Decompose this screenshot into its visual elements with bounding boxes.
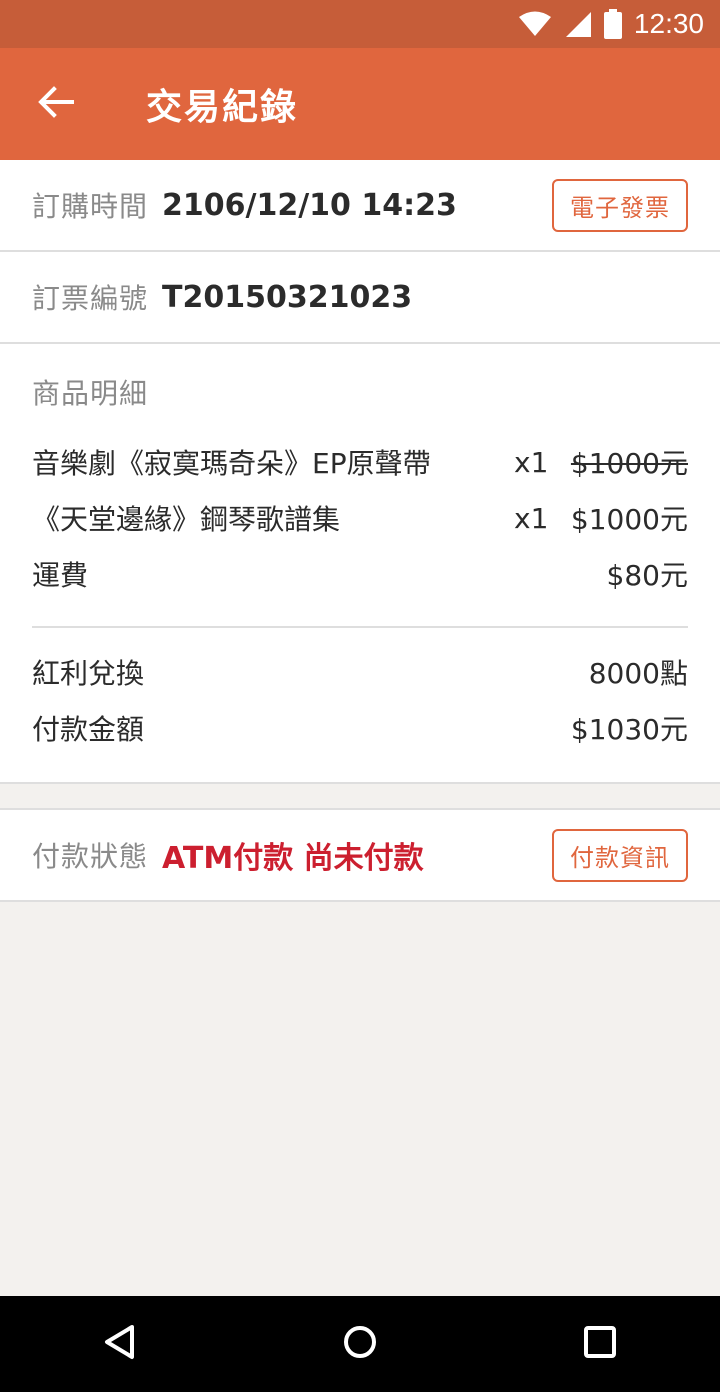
- order-number-row: 訂票編號 T20150321023: [0, 252, 720, 344]
- payment-info-button[interactable]: 付款資訊: [552, 828, 688, 882]
- signal-icon: [564, 10, 592, 38]
- payment-status-row: 付款狀態 ATM付款 尚未付款 付款資訊: [0, 808, 720, 902]
- order-number-label: 訂票編號: [32, 282, 149, 315]
- item-name: 運費: [32, 559, 89, 592]
- item-qty: x1: [514, 501, 549, 535]
- back-triangle-icon: [102, 1324, 138, 1364]
- battery-icon: [603, 9, 622, 39]
- system-nav-bar: [0, 1296, 720, 1392]
- total-label: 付款金額: [32, 713, 145, 746]
- payment-status-value: ATM付款 尚未付款: [162, 841, 424, 876]
- item-qty: x1: [514, 445, 549, 479]
- order-time-row: 訂購時間 2106/12/10 14:23 電子發票: [0, 160, 720, 252]
- item-price: $1000元: [570, 447, 688, 480]
- total-row: 付款金額 $1030元: [32, 700, 688, 756]
- details-title: 商品明細: [32, 377, 149, 410]
- recents-square-icon: [582, 1324, 618, 1364]
- payment-status-label: 付款狀態: [32, 840, 149, 873]
- page-title: 交易紀錄: [146, 87, 299, 128]
- bonus-label: 紅利兌換: [32, 657, 145, 690]
- product-details-section: 商品明細 音樂劇《寂寞瑪奇朵》EP原聲帶 x1 $1000元 《天堂邊緣》鋼琴歌…: [0, 344, 720, 784]
- nav-back-button[interactable]: [72, 1296, 168, 1392]
- nav-recents-button[interactable]: [552, 1296, 648, 1392]
- total-value: $1030元: [570, 713, 688, 746]
- item-price: $80元: [606, 559, 688, 592]
- status-bar: 12:30: [0, 0, 720, 48]
- list-item: 運費 $80元: [32, 546, 688, 602]
- status-clock: 12:30: [633, 8, 704, 39]
- arrow-left-icon: [38, 86, 74, 122]
- order-time-label: 訂購時間: [32, 190, 149, 223]
- order-number-value: T20150321023: [162, 279, 413, 315]
- item-name: 《天堂邊緣》鋼琴歌譜集: [32, 503, 341, 536]
- app-bar: 交易紀錄: [0, 48, 720, 160]
- nav-home-button[interactable]: [312, 1296, 408, 1392]
- list-item: 音樂劇《寂寞瑪奇朵》EP原聲帶 x1 $1000元: [32, 434, 688, 490]
- wifi-icon: [518, 10, 552, 38]
- item-name: 音樂劇《寂寞瑪奇朵》EP原聲帶: [32, 447, 431, 480]
- e-invoice-button[interactable]: 電子發票: [552, 178, 688, 232]
- order-time-value: 2106/12/10 14:23: [162, 187, 457, 223]
- list-item: 《天堂邊緣》鋼琴歌譜集 x1 $1000元: [32, 490, 688, 546]
- bonus-row: 紅利兌換 8000點: [32, 644, 688, 700]
- item-price: $1000元: [570, 503, 688, 536]
- home-circle-icon: [342, 1324, 378, 1364]
- bonus-value: 8000點: [588, 657, 688, 690]
- back-button[interactable]: [0, 48, 112, 160]
- divider: [32, 626, 688, 628]
